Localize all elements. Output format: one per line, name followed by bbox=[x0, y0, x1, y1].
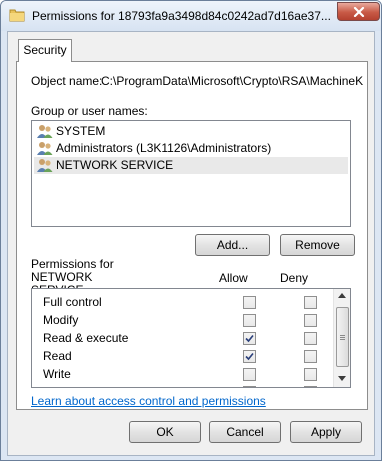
cancel-button[interactable]: Cancel bbox=[209, 421, 281, 443]
permission-row-read-execute: Read & execute bbox=[32, 329, 332, 347]
checkmark-icon bbox=[245, 334, 254, 343]
permission-row-partial bbox=[32, 383, 332, 387]
allow-column-header: Allow bbox=[219, 271, 248, 285]
allow-checkbox[interactable] bbox=[243, 296, 256, 309]
scrollbar-thumb[interactable] bbox=[336, 307, 349, 367]
list-item-system[interactable]: SYSTEM bbox=[34, 123, 348, 140]
deny-checkbox[interactable] bbox=[304, 350, 317, 363]
scroll-down-icon[interactable] bbox=[338, 376, 346, 381]
folder-icon bbox=[9, 9, 25, 22]
permission-row-modify: Modify bbox=[32, 311, 332, 329]
permission-name: Write bbox=[43, 367, 71, 381]
permissions-dialog: Permissions for 18793fa9a3498d84c0242ad7… bbox=[0, 0, 382, 461]
user-group-icon bbox=[37, 142, 53, 155]
scroll-up-icon[interactable] bbox=[338, 293, 346, 298]
close-icon bbox=[353, 7, 365, 17]
remove-button[interactable]: Remove bbox=[280, 234, 355, 256]
permission-name: Full control bbox=[43, 295, 102, 309]
help-link[interactable]: Learn about access control and permissio… bbox=[31, 394, 266, 408]
permissions-label-line1: Permissions for NETWORK bbox=[31, 257, 114, 284]
permission-row-full-control: Full control bbox=[32, 293, 332, 311]
user-group-icon bbox=[37, 125, 53, 138]
list-item-network-service[interactable]: NETWORK SERVICE bbox=[34, 157, 348, 174]
allow-checkbox[interactable] bbox=[243, 332, 256, 345]
deny-checkbox[interactable] bbox=[304, 386, 317, 387]
permissions-list[interactable]: Full control Modify Read & execute Read … bbox=[31, 288, 351, 388]
permissions-scrollbar[interactable] bbox=[333, 289, 350, 387]
close-button[interactable] bbox=[337, 2, 380, 21]
object-name-label: Object name: bbox=[31, 74, 103, 88]
ok-button[interactable]: OK bbox=[129, 421, 201, 443]
deny-column-header: Deny bbox=[280, 271, 309, 285]
group-user-list[interactable]: SYSTEM Administrators (L3K1126\Administr… bbox=[31, 120, 351, 227]
allow-checkbox[interactable] bbox=[243, 386, 256, 387]
window-title: Permissions for 18793fa9a3498d84c0242ad7… bbox=[32, 9, 331, 23]
permission-name: Modify bbox=[43, 313, 79, 327]
deny-checkbox[interactable] bbox=[304, 314, 317, 327]
user-label: NETWORK SERVICE bbox=[56, 158, 174, 172]
add-button[interactable]: Add... bbox=[195, 234, 270, 256]
group-names-label: Group or user names: bbox=[31, 104, 148, 118]
permission-name: Read bbox=[43, 349, 72, 363]
title-bar[interactable]: Permissions for 18793fa9a3498d84c0242ad7… bbox=[1, 1, 381, 31]
deny-checkbox[interactable] bbox=[304, 368, 317, 381]
user-group-icon bbox=[37, 159, 53, 172]
allow-checkbox[interactable] bbox=[243, 368, 256, 381]
user-label: SYSTEM bbox=[56, 124, 106, 138]
deny-checkbox[interactable] bbox=[304, 332, 317, 345]
list-item-administrators[interactable]: Administrators (L3K1126\Administrators) bbox=[34, 140, 348, 157]
allow-checkbox[interactable] bbox=[243, 350, 256, 363]
permission-name: Read & execute bbox=[43, 331, 129, 345]
apply-button[interactable]: Apply bbox=[290, 421, 362, 443]
permission-row-write: Write bbox=[32, 365, 332, 383]
permission-row-read: Read bbox=[32, 347, 332, 365]
security-tab-page: Object name: C:\ProgramData\Microsoft\Cr… bbox=[16, 61, 368, 410]
dialog-body: Security Object name: C:\ProgramData\Mic… bbox=[7, 31, 375, 456]
allow-checkbox[interactable] bbox=[243, 314, 256, 327]
deny-checkbox[interactable] bbox=[304, 296, 317, 309]
tab-security[interactable]: Security bbox=[18, 39, 72, 62]
checkmark-icon bbox=[245, 352, 254, 361]
user-label: Administrators (L3K1126\Administrators) bbox=[56, 141, 272, 155]
object-name-value: C:\ProgramData\Microsoft\Crypto\RSA\Mach… bbox=[101, 74, 364, 88]
